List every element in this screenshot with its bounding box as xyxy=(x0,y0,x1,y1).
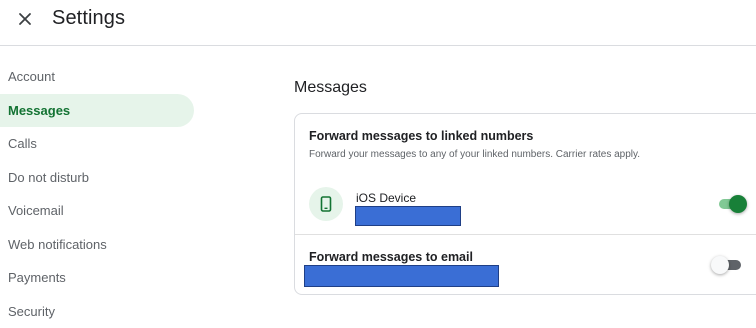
page-title: Settings xyxy=(52,7,125,30)
device-forwarding-toggle[interactable] xyxy=(717,195,747,213)
settings-sidebar: Account Messages Calls Do not disturb Vo… xyxy=(0,60,194,328)
forwarding-card: Forward messages to linked numbers Forwa… xyxy=(294,113,756,295)
sidebar-item-do-not-disturb[interactable]: Do not disturb xyxy=(0,161,194,195)
sidebar-item-voicemail[interactable]: Voicemail xyxy=(0,194,194,228)
close-icon[interactable] xyxy=(14,8,36,30)
section-title: Messages xyxy=(294,79,367,97)
redacted-email-address xyxy=(304,265,499,287)
sidebar-item-security[interactable]: Security xyxy=(0,295,194,328)
sidebar-item-messages[interactable]: Messages xyxy=(0,94,194,128)
sidebar-item-account[interactable]: Account xyxy=(0,60,194,94)
device-avatar xyxy=(309,187,343,221)
forward-numbers-description: Forward your messages to any of your lin… xyxy=(309,149,640,160)
toggle-thumb xyxy=(711,256,729,274)
header-bar: Settings xyxy=(0,0,756,46)
sidebar-item-payments[interactable]: Payments xyxy=(0,261,194,295)
forward-numbers-title: Forward messages to linked numbers xyxy=(309,129,533,143)
card-divider xyxy=(295,234,756,235)
device-name: iOS Device xyxy=(356,191,416,205)
forward-email-title: Forward messages to email xyxy=(309,250,473,264)
toggle-thumb xyxy=(729,195,747,213)
phone-icon xyxy=(319,196,333,212)
sidebar-item-web-notifications[interactable]: Web notifications xyxy=(0,228,194,262)
sidebar-item-calls[interactable]: Calls xyxy=(0,127,194,161)
email-forwarding-toggle[interactable] xyxy=(711,256,741,274)
close-button[interactable] xyxy=(14,8,36,30)
redacted-phone-number xyxy=(355,206,461,226)
